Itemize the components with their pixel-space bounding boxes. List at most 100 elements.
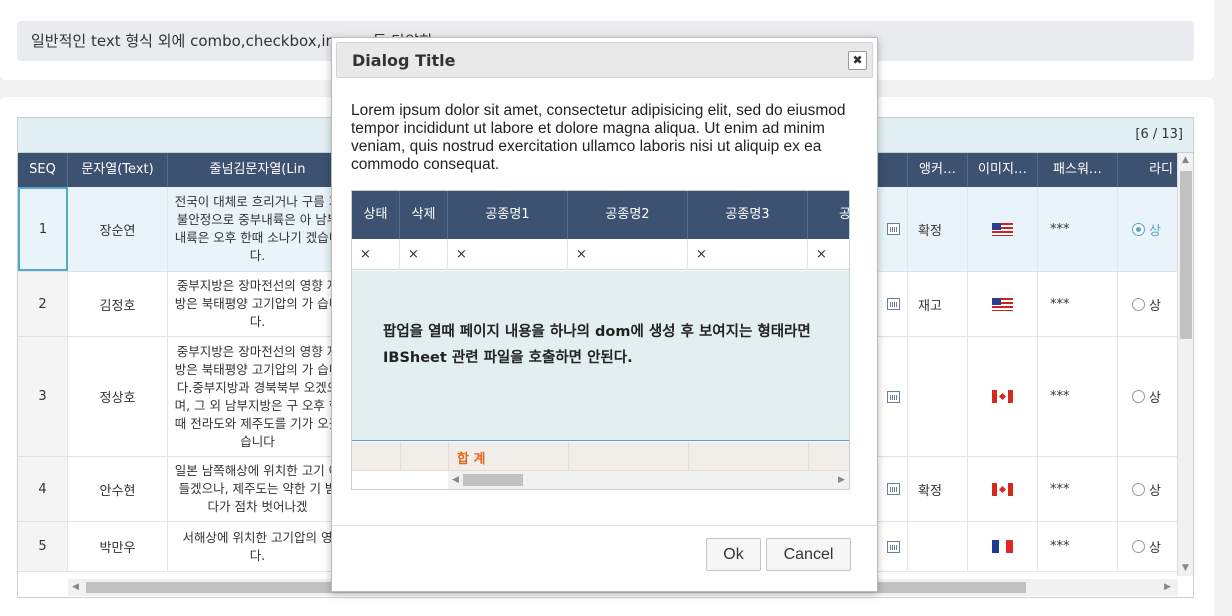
popup-cell[interactable] xyxy=(880,272,908,336)
password-cell[interactable]: *** xyxy=(1038,457,1118,521)
scroll-left-icon[interactable]: ◀ xyxy=(452,475,459,485)
desc-cell[interactable]: 중부지방은 장마전선의 영향 지방은 북태평양 고기압의 가 습니다. xyxy=(168,272,348,336)
header-work-name-4[interactable]: 공 xyxy=(808,191,849,239)
popup-icon[interactable] xyxy=(887,223,900,235)
popup-icon[interactable] xyxy=(887,298,900,310)
desc-cell[interactable]: 중부지방은 장마전선의 영향 지방은 북태평양 고기압의 가 습니다.중부지방과… xyxy=(168,337,348,456)
name-cell[interactable]: 김정호 xyxy=(68,272,168,336)
popup-icon[interactable] xyxy=(887,483,900,495)
inner-horizontal-scroll-thumb[interactable] xyxy=(463,474,523,486)
dialog-titlebar[interactable]: Dialog Title ✖ xyxy=(336,42,873,78)
name-cell[interactable]: 정상호 xyxy=(68,337,168,456)
header-work-name-2[interactable]: 공종명2 xyxy=(568,191,688,239)
filter-cell[interactable]: × xyxy=(808,239,849,270)
radio-cell[interactable]: 상 xyxy=(1118,272,1178,336)
header-anchor[interactable]: 앵커… xyxy=(908,153,968,187)
vertical-scrollbar[interactable]: ▲ ▼ xyxy=(1177,153,1193,576)
header-work-name-3[interactable]: 공종명3 xyxy=(688,191,808,239)
password-cell[interactable]: *** xyxy=(1038,522,1118,571)
anchor-cell[interactable] xyxy=(908,337,968,456)
radio-icon[interactable] xyxy=(1132,222,1145,236)
desc-cell[interactable]: 전국이 대체로 흐리거나 구름 기불안정으로 중부내륙은 아 남부내륙은 오후 … xyxy=(168,187,348,271)
scroll-left-icon[interactable]: ◀ xyxy=(72,582,79,592)
password-cell[interactable]: *** xyxy=(1038,272,1118,336)
seq-cell: 2 xyxy=(18,272,68,336)
desc-cell[interactable]: 일본 남쪽해상에 위치한 고기 에 들겠으나, 제주도는 약한 기 받다가 점차… xyxy=(168,457,348,521)
popup-cell[interactable] xyxy=(880,522,908,571)
popup-icon[interactable] xyxy=(887,540,900,553)
header-delete[interactable]: 삭제 xyxy=(400,191,448,239)
sum-row: 합 계 xyxy=(352,442,849,471)
dialog: Dialog Title ✖ Lorem ipsum dolor sit ame… xyxy=(331,37,878,592)
empty-message: 팝업을 열때 페이지 내용을 하나의 dom에 생성 후 보여지는 형태라면 I… xyxy=(383,324,811,366)
vertical-scroll-thumb[interactable] xyxy=(1180,171,1192,339)
filter-row: × × × × × × xyxy=(352,239,849,270)
scroll-right-icon[interactable]: ▶ xyxy=(838,475,845,485)
cancel-button[interactable]: Cancel xyxy=(766,538,851,571)
radio-cell[interactable]: 상 xyxy=(1118,522,1178,571)
radio-icon[interactable] xyxy=(1132,297,1145,311)
radio-cell[interactable]: 상 xyxy=(1118,337,1178,456)
popup-cell[interactable] xyxy=(880,337,908,456)
filter-cell[interactable]: × xyxy=(448,239,568,270)
image-cell xyxy=(968,522,1038,571)
seq-cell: 1 xyxy=(18,187,68,271)
anchor-cell[interactable] xyxy=(908,522,968,571)
dialog-body-text: Lorem ipsum dolor sit amet, consectetur … xyxy=(351,102,846,173)
header-status[interactable]: 상태 xyxy=(352,191,400,239)
header-work-name-1[interactable]: 공종명1 xyxy=(448,191,568,239)
radio-label: 상 xyxy=(1149,391,1161,406)
us-flag-icon xyxy=(992,297,1013,311)
header-radio[interactable]: 라디 xyxy=(1118,153,1178,187)
password-cell[interactable]: *** xyxy=(1038,337,1118,456)
header-password[interactable]: 패스워… xyxy=(1038,153,1118,187)
scroll-up-icon[interactable]: ▲ xyxy=(1182,155,1189,165)
popup-icon[interactable] xyxy=(887,390,900,403)
radio-label: 상 xyxy=(1149,483,1161,499)
radio-label: 상 xyxy=(1149,541,1161,556)
radio-icon[interactable] xyxy=(1132,540,1145,553)
header-popup[interactable] xyxy=(880,153,908,187)
scroll-right-icon[interactable]: ▶ xyxy=(1164,582,1171,592)
radio-icon[interactable] xyxy=(1132,482,1145,496)
filter-cell[interactable]: × xyxy=(400,239,448,270)
seq-cell: 4 xyxy=(18,457,68,521)
anchor-cell[interactable]: 재고 xyxy=(908,272,968,336)
dialog-title: Dialog Title xyxy=(352,51,456,70)
header-text[interactable]: 문자열(Text) xyxy=(68,153,168,187)
filter-cell[interactable]: × xyxy=(568,239,688,270)
canada-flag-icon xyxy=(992,482,1013,496)
header-image[interactable]: 이미지… xyxy=(968,153,1038,187)
france-flag-icon xyxy=(992,540,1013,553)
anchor-cell[interactable]: 확정 xyxy=(908,187,968,271)
password-cell[interactable]: *** xyxy=(1038,187,1118,271)
radio-icon[interactable] xyxy=(1132,390,1145,403)
seq-cell: 5 xyxy=(18,522,68,571)
desc-cell[interactable]: 서해상에 위치한 고기압의 영 다. xyxy=(168,522,348,571)
radio-cell[interactable]: 상 xyxy=(1118,187,1178,271)
ok-button[interactable]: Ok xyxy=(706,538,761,571)
filter-cell[interactable]: × xyxy=(688,239,808,270)
inner-sheet-grid: 상태 삭제 공종명1 공종명2 공종명3 공 × × × × × × 팝업을 열… xyxy=(351,190,850,490)
popup-cell[interactable] xyxy=(880,187,908,271)
header-lines[interactable]: 줄넘김문자열(Lin xyxy=(168,153,348,187)
image-cell xyxy=(968,337,1038,456)
inner-grid-header: 상태 삭제 공종명1 공종명2 공종명3 공 xyxy=(352,191,849,239)
seq-cell: 3 xyxy=(18,337,68,456)
image-cell xyxy=(968,187,1038,271)
inner-horizontal-scrollbar[interactable]: ◀ ▶ xyxy=(448,471,849,489)
radio-cell[interactable]: 상 xyxy=(1118,457,1178,521)
anchor-cell[interactable]: 확정 xyxy=(908,457,968,521)
filter-cell[interactable]: × xyxy=(352,239,400,270)
header-seq[interactable]: SEQ xyxy=(18,153,68,187)
name-cell[interactable]: 박만우 xyxy=(68,522,168,571)
us-flag-icon xyxy=(992,222,1013,236)
name-cell[interactable]: 안수현 xyxy=(68,457,168,521)
name-cell[interactable]: 장순연 xyxy=(68,187,168,271)
close-icon[interactable]: ✖ xyxy=(848,51,867,70)
dialog-footer-divider xyxy=(332,525,877,526)
page: 일반적인 text 형식 외에 combo,checkbox,image 등 다… xyxy=(0,0,1232,616)
popup-cell[interactable] xyxy=(880,457,908,521)
image-cell xyxy=(968,272,1038,336)
scroll-down-icon[interactable]: ▼ xyxy=(1182,563,1189,573)
